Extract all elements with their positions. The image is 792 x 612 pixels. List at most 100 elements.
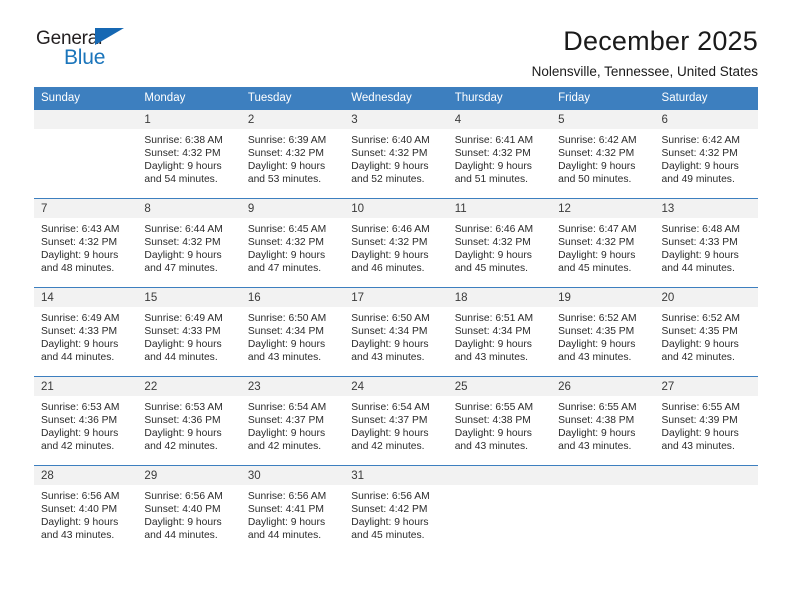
day-info: Sunrise: 6:54 AM Sunset: 4:37 PM Dayligh…: [344, 396, 447, 453]
day-cell[interactable]: 23 Sunrise: 6:54 AM Sunset: 4:37 PM Dayl…: [240, 376, 345, 466]
sunrise-text: Sunrise: 6:45 AM: [247, 224, 327, 235]
day-cell[interactable]: 25 Sunrise: 6:55 AM Sunset: 4:38 PM Dayl…: [447, 376, 552, 466]
day-info: Sunrise: 6:55 AM Sunset: 4:39 PM Dayligh…: [655, 396, 758, 453]
day-number: 11: [447, 199, 552, 218]
day-info: Sunrise: 6:42 AM Sunset: 4:32 PM Dayligh…: [655, 129, 758, 186]
day-cell[interactable]: 4 Sunrise: 6:41 AM Sunset: 4:32 PM Dayli…: [447, 109, 552, 199]
day-info: Sunrise: 6:41 AM Sunset: 4:32 PM Dayligh…: [448, 129, 551, 186]
day-cell[interactable]: 24 Sunrise: 6:54 AM Sunset: 4:37 PM Dayl…: [344, 376, 448, 466]
day-cell[interactable]: 20 Sunrise: 6:52 AM Sunset: 4:35 PM Dayl…: [654, 287, 758, 377]
day-cell[interactable]: 10 Sunrise: 6:46 AM Sunset: 4:32 PM Dayl…: [344, 198, 448, 288]
day-info: Sunrise: 6:56 AM Sunset: 4:40 PM Dayligh…: [137, 485, 240, 542]
day-cell[interactable]: 26 Sunrise: 6:55 AM Sunset: 4:38 PM Dayl…: [551, 376, 655, 466]
sunrise-text: Sunrise: 6:55 AM: [661, 402, 740, 413]
sunset-text: Sunset: 4:36 PM: [144, 415, 221, 427]
sunset-text: Sunset: 4:34 PM: [351, 326, 428, 338]
day-info: Sunrise: 6:38 AM Sunset: 4:32 PM Dayligh…: [137, 129, 240, 186]
daylight-text: Daylight: 9 hours and 50 minutes.: [558, 161, 636, 186]
weekday-header-saturday: Saturday: [654, 87, 758, 110]
daylight-text: Daylight: 9 hours and 53 minutes.: [247, 161, 326, 186]
day-info: Sunrise: 6:49 AM Sunset: 4:33 PM Dayligh…: [137, 307, 240, 364]
day-cell[interactable]: 5 Sunrise: 6:42 AM Sunset: 4:32 PM Dayli…: [551, 109, 655, 199]
sunset-text: Sunset: 4:33 PM: [41, 326, 118, 338]
day-cell[interactable]: 30 Sunrise: 6:56 AM Sunset: 4:41 PM Dayl…: [240, 465, 345, 555]
day-cell[interactable]: 31 Sunrise: 6:56 AM Sunset: 4:42 PM Dayl…: [344, 465, 448, 555]
day-cell[interactable]: 14 Sunrise: 6:49 AM Sunset: 4:33 PM Dayl…: [34, 287, 138, 377]
day-number: 26: [551, 377, 655, 396]
day-cell: [447, 465, 552, 555]
day-info: Sunrise: 6:47 AM Sunset: 4:32 PM Dayligh…: [551, 218, 654, 275]
week-row: 1 Sunrise: 6:38 AM Sunset: 4:32 PM Dayli…: [34, 109, 758, 199]
daylight-text: Daylight: 9 hours and 43 minutes.: [351, 339, 429, 364]
sunrise-text: Sunrise: 6:55 AM: [454, 402, 534, 413]
day-cell[interactable]: 13 Sunrise: 6:48 AM Sunset: 4:33 PM Dayl…: [654, 198, 758, 288]
day-cell[interactable]: 29 Sunrise: 6:56 AM Sunset: 4:40 PM Dayl…: [137, 465, 241, 555]
day-cell[interactable]: 7 Sunrise: 6:43 AM Sunset: 4:32 PM Dayli…: [34, 198, 138, 288]
day-number: 14: [34, 288, 138, 307]
sunset-text: Sunset: 4:32 PM: [144, 148, 221, 160]
day-cell[interactable]: 17 Sunrise: 6:50 AM Sunset: 4:34 PM Dayl…: [344, 287, 448, 377]
sunset-text: Sunset: 4:42 PM: [351, 504, 428, 516]
page-header: General Blue December 2025 Nolensville, …: [0, 0, 792, 80]
day-cell[interactable]: 1 Sunrise: 6:38 AM Sunset: 4:32 PM Dayli…: [137, 109, 241, 199]
day-cell[interactable]: 9 Sunrise: 6:45 AM Sunset: 4:32 PM Dayli…: [240, 198, 345, 288]
daylight-text: Daylight: 9 hours and 44 minutes.: [247, 517, 326, 542]
sunset-text: Sunset: 4:34 PM: [454, 326, 531, 338]
daylight-text: Daylight: 9 hours and 42 minutes.: [41, 428, 119, 453]
day-cell: [551, 465, 655, 555]
weekday-header-row: Sunday Monday Tuesday Wednesday Thursday…: [34, 87, 758, 110]
day-number: 5: [551, 110, 655, 129]
day-number: 1: [137, 110, 241, 129]
sunrise-text: Sunrise: 6:41 AM: [454, 135, 534, 146]
daylight-text: Daylight: 9 hours and 44 minutes.: [144, 339, 222, 364]
day-cell[interactable]: 21 Sunrise: 6:53 AM Sunset: 4:36 PM Dayl…: [34, 376, 138, 466]
day-info: Sunrise: 6:55 AM Sunset: 4:38 PM Dayligh…: [448, 396, 551, 453]
day-number: 6: [654, 110, 758, 129]
day-cell[interactable]: 2 Sunrise: 6:39 AM Sunset: 4:32 PM Dayli…: [240, 109, 345, 199]
sunrise-text: Sunrise: 6:54 AM: [247, 402, 327, 413]
day-info: Sunrise: 6:48 AM Sunset: 4:33 PM Dayligh…: [655, 218, 758, 275]
sunset-text: Sunset: 4:35 PM: [558, 326, 635, 338]
day-cell[interactable]: 18 Sunrise: 6:51 AM Sunset: 4:34 PM Dayl…: [447, 287, 552, 377]
sunset-text: Sunset: 4:32 PM: [247, 237, 324, 249]
sunrise-text: Sunrise: 6:39 AM: [247, 135, 327, 146]
day-cell[interactable]: 3 Sunrise: 6:40 AM Sunset: 4:32 PM Dayli…: [344, 109, 448, 199]
day-info: Sunrise: 6:46 AM Sunset: 4:32 PM Dayligh…: [344, 218, 447, 275]
sunrise-text: Sunrise: 6:56 AM: [41, 491, 120, 502]
sunset-text: Sunset: 4:32 PM: [454, 148, 531, 160]
day-cell[interactable]: 15 Sunrise: 6:49 AM Sunset: 4:33 PM Dayl…: [137, 287, 241, 377]
sunrise-text: Sunrise: 6:54 AM: [351, 402, 430, 413]
logo-text-blue: Blue: [64, 46, 106, 69]
sunset-text: Sunset: 4:39 PM: [661, 415, 738, 427]
day-cell: [654, 465, 758, 555]
day-number: 29: [137, 466, 241, 485]
day-number: 28: [34, 466, 138, 485]
weekday-header-sunday: Sunday: [34, 87, 138, 110]
day-cell[interactable]: 11 Sunrise: 6:46 AM Sunset: 4:32 PM Dayl…: [447, 198, 552, 288]
week-row: 28 Sunrise: 6:56 AM Sunset: 4:40 PM Dayl…: [34, 465, 758, 555]
sunrise-text: Sunrise: 6:48 AM: [661, 224, 740, 235]
daylight-text: Daylight: 9 hours and 45 minutes.: [558, 250, 636, 275]
day-info: Sunrise: 6:53 AM Sunset: 4:36 PM Dayligh…: [34, 396, 137, 453]
page-subtitle: Nolensville, Tennessee, United States: [531, 64, 758, 80]
day-number: 2: [240, 110, 345, 129]
week-row: 14 Sunrise: 6:49 AM Sunset: 4:33 PM Dayl…: [34, 287, 758, 377]
day-cell[interactable]: 28 Sunrise: 6:56 AM Sunset: 4:40 PM Dayl…: [34, 465, 138, 555]
day-cell[interactable]: 6 Sunrise: 6:42 AM Sunset: 4:32 PM Dayli…: [654, 109, 758, 199]
sunset-text: Sunset: 4:32 PM: [41, 237, 118, 249]
day-cell[interactable]: 22 Sunrise: 6:53 AM Sunset: 4:36 PM Dayl…: [137, 376, 241, 466]
day-cell[interactable]: 16 Sunrise: 6:50 AM Sunset: 4:34 PM Dayl…: [240, 287, 345, 377]
week-row: 21 Sunrise: 6:53 AM Sunset: 4:36 PM Dayl…: [34, 376, 758, 466]
general-blue-logo[interactable]: General Blue: [36, 26, 156, 74]
daylight-text: Daylight: 9 hours and 54 minutes.: [144, 161, 222, 186]
sunset-text: Sunset: 4:41 PM: [247, 504, 324, 516]
day-cell[interactable]: 27 Sunrise: 6:55 AM Sunset: 4:39 PM Dayl…: [654, 376, 758, 466]
sunrise-text: Sunrise: 6:50 AM: [247, 313, 327, 324]
sunset-text: Sunset: 4:32 PM: [558, 237, 635, 249]
day-cell[interactable]: 8 Sunrise: 6:44 AM Sunset: 4:32 PM Dayli…: [137, 198, 241, 288]
day-info: Sunrise: 6:56 AM Sunset: 4:42 PM Dayligh…: [344, 485, 447, 542]
day-cell[interactable]: 19 Sunrise: 6:52 AM Sunset: 4:35 PM Dayl…: [551, 287, 655, 377]
day-number: 20: [654, 288, 758, 307]
day-cell[interactable]: 12 Sunrise: 6:47 AM Sunset: 4:32 PM Dayl…: [551, 198, 655, 288]
day-info: Sunrise: 6:52 AM Sunset: 4:35 PM Dayligh…: [551, 307, 654, 364]
